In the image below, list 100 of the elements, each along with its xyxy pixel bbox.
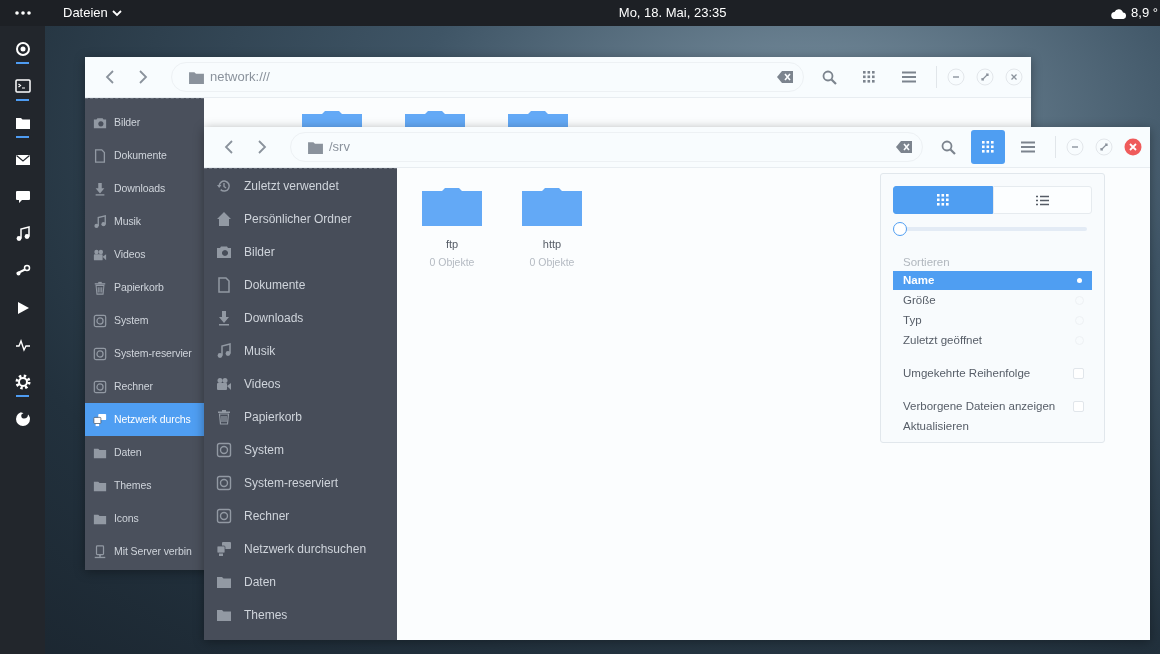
home-icon <box>216 210 232 227</box>
menu-icon <box>14 11 31 15</box>
document-icon <box>216 276 232 293</box>
trash-icon <box>216 408 232 425</box>
swirl-icon <box>14 410 31 427</box>
grid-icon <box>982 141 994 153</box>
sidebar-item[interactable]: Zuletzt verwendet <box>204 169 397 202</box>
document-icon <box>93 148 107 163</box>
sidebar-item[interactable]: Videos <box>85 238 204 271</box>
ring-icon <box>14 40 31 57</box>
sidebar-item[interactable]: Daten <box>204 565 397 598</box>
sort-option[interactable]: Typ <box>893 311 1092 331</box>
sidebar-item[interactable]: Videos <box>204 367 397 400</box>
disk-icon <box>93 346 107 361</box>
maximize-button[interactable] <box>976 68 994 86</box>
sidebar-item[interactable]: Themes <box>85 469 204 502</box>
minimize-icon <box>1066 138 1084 156</box>
sidebar-item[interactable]: Daten <box>85 436 204 469</box>
sidebar-item[interactable]: Papierkorb <box>85 271 204 304</box>
terminal-icon <box>14 77 31 94</box>
cloud-icon <box>1111 7 1128 19</box>
music-note-icon <box>93 214 107 229</box>
caret-icon <box>111 9 122 17</box>
sidebar-item[interactable]: Musik <box>204 334 397 367</box>
close-icon <box>1124 138 1142 156</box>
music-note-icon <box>216 342 232 359</box>
sidebar-item[interactable]: Icons <box>85 502 204 535</box>
sidebar-item[interactable]: System-reservier <box>85 337 204 370</box>
view-options-button[interactable] <box>971 130 1005 164</box>
chevron-right-icon <box>257 140 267 154</box>
minimize-icon <box>947 68 965 86</box>
close-button[interactable] <box>1005 68 1023 86</box>
section-heading: Sortieren <box>903 255 951 270</box>
weather-temperature[interactable]: 8,9 ° <box>1131 3 1158 23</box>
sidebar-item[interactable]: Downloads <box>204 301 397 334</box>
maximize-icon <box>976 68 994 86</box>
close-button[interactable] <box>1124 138 1142 156</box>
chevron-left-icon <box>224 140 234 154</box>
folder-name[interactable]: ftp <box>445 236 459 253</box>
option-label: Umgekehrte Reihenfolge <box>903 365 1031 381</box>
sidebar-item[interactable]: Bilder <box>85 106 204 139</box>
download-icon <box>93 181 107 196</box>
checkbox[interactable] <box>1073 400 1084 412</box>
sidebar-item[interactable]: Papierkorb <box>204 400 397 433</box>
menu-icon <box>1021 141 1035 153</box>
video-camera-icon <box>216 375 232 392</box>
sort-option[interactable]: Zuletzt geöffnet <box>893 331 1092 351</box>
minimize-button[interactable] <box>1066 138 1084 156</box>
path-text: /srv <box>329 138 350 157</box>
sidebar-item[interactable]: Netzwerk durchsuchen <box>204 532 397 565</box>
camera-icon <box>93 115 107 130</box>
video-camera-icon <box>93 247 107 262</box>
zoom-slider[interactable] <box>893 222 1087 236</box>
clear-icon <box>896 141 912 153</box>
close-icon <box>1005 68 1023 86</box>
clock[interactable]: Mo, 18. Mai, 23:35 <box>618 3 727 23</box>
maximize-button[interactable] <box>1095 138 1113 156</box>
download-icon <box>216 309 232 326</box>
sidebar-item[interactable]: System <box>204 433 397 466</box>
chevron-right-icon <box>138 70 148 84</box>
sidebar-item[interactable]: Themes <box>204 598 397 631</box>
sidebar-item[interactable]: Dokumente <box>204 268 397 301</box>
menu-item[interactable]: Aktualisieren <box>893 416 969 437</box>
network-icon <box>93 412 107 427</box>
grid-icon <box>863 71 875 83</box>
maximize-icon <box>1095 138 1113 156</box>
sidebar-item[interactable]: Persönlicher Ordner <box>204 202 397 235</box>
chevron-left-icon <box>105 70 115 84</box>
trash-icon <box>93 280 107 295</box>
disk-icon <box>93 313 107 328</box>
disk-icon <box>93 379 107 394</box>
item-count: 0 Objekte <box>429 254 475 270</box>
folder-icon <box>422 188 482 226</box>
sidebar-item[interactable]: Dokumente <box>85 139 204 172</box>
sidebar-item[interactable]: System-reserviert <box>204 466 397 499</box>
sidebar-item[interactable]: Rechner <box>85 370 204 403</box>
item-count: 0 Objekte <box>529 254 575 270</box>
app-menu[interactable]: Dateien <box>63 3 122 23</box>
search-icon <box>940 139 956 155</box>
path-text: network:/// <box>210 68 270 87</box>
folder-name[interactable]: http <box>542 236 562 253</box>
minimize-button[interactable] <box>947 68 965 86</box>
sidebar-item[interactable]: Bilder <box>204 235 397 268</box>
speech-bubble-icon <box>14 188 31 205</box>
folder-icon <box>522 188 582 226</box>
sidebar-item[interactable]: System <box>85 304 204 337</box>
list-icon <box>1035 194 1049 206</box>
clear-icon <box>777 71 793 83</box>
music-note-icon <box>14 225 31 242</box>
sidebar-item[interactable]: Rechner <box>204 499 397 532</box>
sidebar-item[interactable]: Downloads <box>85 172 204 205</box>
sidebar-item[interactable]: Musik <box>85 205 204 238</box>
sidebar-item[interactable]: Mit Server verbin <box>85 535 204 568</box>
slider-thumb[interactable] <box>893 222 907 236</box>
checkbox[interactable] <box>1073 367 1084 379</box>
network-icon <box>216 540 232 557</box>
sort-option[interactable]: Größe <box>893 291 1092 311</box>
monitor-icon <box>93 544 107 559</box>
option-label: Verborgene Dateien anzeigen <box>903 398 1056 414</box>
view-toggle[interactable] <box>893 186 993 214</box>
